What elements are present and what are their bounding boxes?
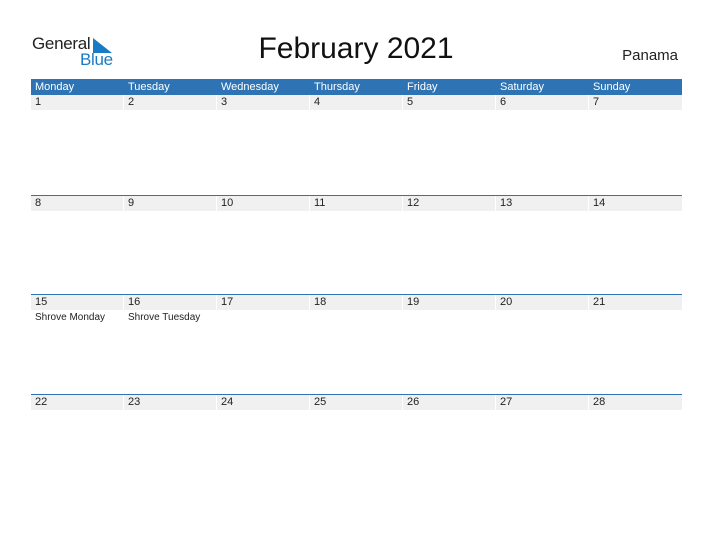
weekday-friday: Friday <box>407 81 438 93</box>
day-cell[interactable]: 2 <box>124 95 217 193</box>
day-number: 19 <box>403 295 495 310</box>
day-number: 10 <box>217 196 309 211</box>
day-cell[interactable]: 3 <box>217 95 310 193</box>
day-cell[interactable]: 15 Shrove Monday <box>31 295 124 393</box>
day-number: 12 <box>403 196 495 211</box>
day-number: 16 <box>124 295 216 310</box>
day-number: 26 <box>403 395 495 410</box>
day-cell[interactable]: 12 <box>403 196 496 294</box>
week-cells: 1234567 <box>31 95 682 193</box>
day-cell[interactable]: 14 <box>589 196 682 294</box>
day-number: 28 <box>589 395 682 410</box>
day-cell[interactable]: 22 <box>31 395 124 493</box>
weekday-monday: Monday <box>35 81 75 93</box>
day-cell[interactable]: 25 <box>310 395 403 493</box>
day-number: 14 <box>589 196 682 211</box>
day-cell[interactable]: 28 <box>589 395 682 493</box>
day-cell[interactable]: 20 <box>496 295 589 393</box>
day-cell[interactable]: 19 <box>403 295 496 393</box>
day-cell[interactable]: 1 <box>31 95 124 193</box>
page-title: February 2021 <box>258 32 454 65</box>
day-number: 15 <box>31 295 123 310</box>
week-row: 22 23 24 25 26 27 28 <box>31 394 682 494</box>
weekday-sunday: Sunday <box>593 81 631 93</box>
day-number: 17 <box>217 295 309 310</box>
weekday-thursday: Thursday <box>314 81 360 93</box>
day-number: 27 <box>496 395 588 410</box>
day-cell[interactable]: 4 <box>310 95 403 193</box>
day-number: 13 <box>496 196 588 211</box>
day-number: 4 <box>310 95 402 110</box>
day-number: 9 <box>124 196 216 211</box>
country-label: Panama <box>622 47 678 64</box>
day-cell[interactable]: 13 <box>496 196 589 294</box>
day-number: 6 <box>496 95 588 110</box>
day-cell[interactable]: 10 <box>217 196 310 294</box>
day-cell[interactable]: 8 <box>31 196 124 294</box>
day-cell[interactable]: 9 <box>124 196 217 294</box>
day-number: 11 <box>310 196 402 211</box>
day-cell[interactable]: 26 <box>403 395 496 493</box>
day-cell[interactable]: 5 <box>403 95 496 193</box>
week-row: 1234567 <box>31 95 682 195</box>
day-number: 1 <box>31 95 123 110</box>
day-cell[interactable]: 16 Shrove Tuesday <box>124 295 217 393</box>
day-number: 7 <box>589 95 682 110</box>
day-cell[interactable]: 23 <box>124 395 217 493</box>
week-cells: 22 23 24 25 26 27 28 <box>31 395 682 493</box>
day-cell[interactable]: 17 <box>217 295 310 393</box>
day-cell[interactable]: 18 <box>310 295 403 393</box>
day-cell[interactable]: 11 <box>310 196 403 294</box>
day-cell[interactable]: 6 <box>496 95 589 193</box>
day-number: 22 <box>31 395 123 410</box>
day-number: 23 <box>124 395 216 410</box>
weekday-header: Monday Tuesday Wednesday Thursday Friday… <box>31 79 682 95</box>
day-number: 5 <box>403 95 495 110</box>
weekday-wednesday: Wednesday <box>221 81 279 93</box>
holiday-label: Shrove Monday <box>35 312 106 323</box>
day-cell[interactable]: 21 <box>589 295 682 393</box>
day-number: 2 <box>124 95 216 110</box>
day-number: 3 <box>217 95 309 110</box>
week-cells: 15 Shrove Monday 16 Shrove Tuesday 17 18 19 20 2… <box>31 295 682 393</box>
day-cell[interactable]: 7 <box>589 95 682 193</box>
day-number: 8 <box>31 196 123 211</box>
day-number: 25 <box>310 395 402 410</box>
weekday-saturday: Saturday <box>500 81 545 93</box>
day-number: 18 <box>310 295 402 310</box>
weekday-tuesday: Tuesday <box>128 81 170 93</box>
week-row: 15 Shrove Monday 16 Shrove Tuesday 17 18 19 20 2… <box>31 294 682 394</box>
holiday-label: Shrove Tuesday <box>128 312 201 323</box>
week-row: 8 9 10 11 12 13 14 <box>31 195 682 295</box>
day-number: 20 <box>496 295 588 310</box>
day-cell[interactable]: 24 <box>217 395 310 493</box>
day-number: 21 <box>589 295 682 310</box>
day-number: 24 <box>217 395 309 410</box>
day-cell[interactable]: 27 <box>496 395 589 493</box>
week-cells: 8 9 10 11 12 13 14 <box>31 196 682 294</box>
